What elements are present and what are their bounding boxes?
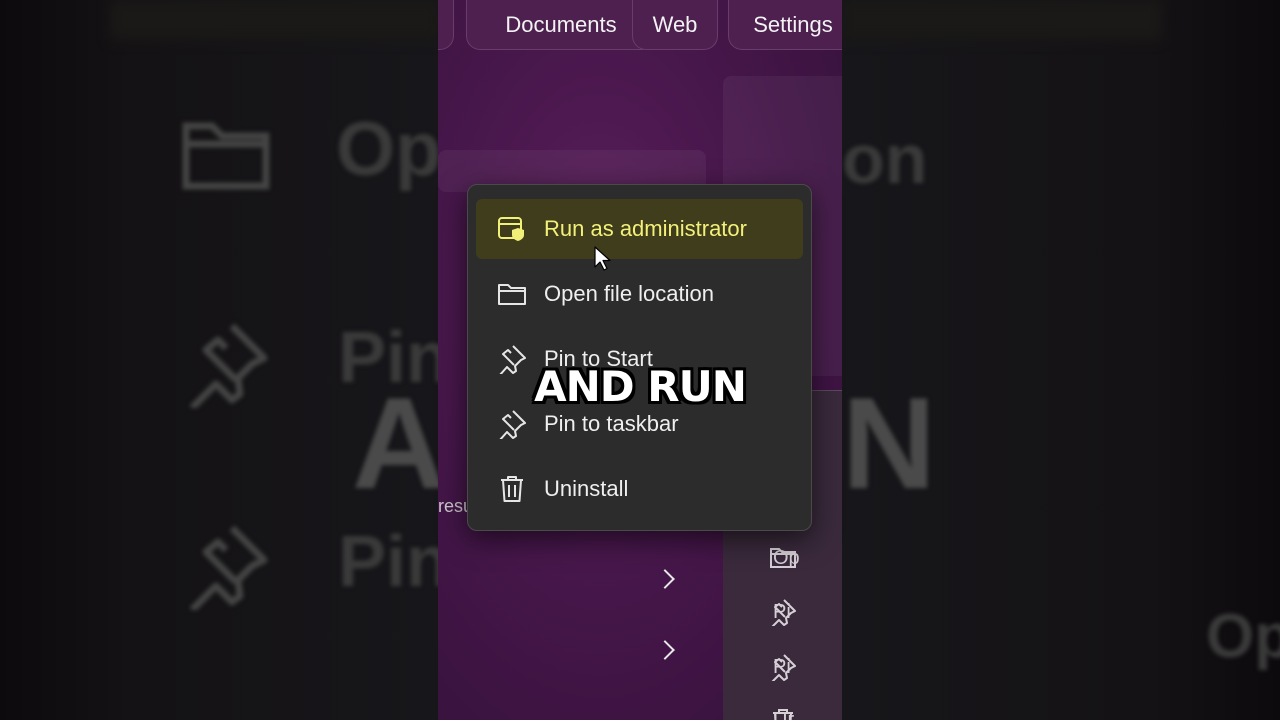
menu-item-label: Uninstall bbox=[544, 476, 629, 501]
folder-icon bbox=[182, 122, 270, 190]
filter-tab-settings[interactable]: Settings bbox=[728, 0, 842, 50]
filter-tab-partial[interactable] bbox=[438, 0, 454, 50]
menu-item-open-file-location[interactable]: Open file location bbox=[476, 264, 803, 324]
detail-action-pin-taskbar[interactable]: Pi bbox=[773, 656, 791, 679]
chevron-right-icon[interactable] bbox=[655, 640, 675, 660]
menu-item-uninstall[interactable]: Uninstall bbox=[476, 459, 803, 519]
admin-shield-icon bbox=[496, 213, 528, 245]
folder-icon bbox=[496, 278, 528, 310]
blurred-top-strip bbox=[110, 0, 438, 40]
blurred-open-text: Op bbox=[336, 107, 438, 192]
filter-tab-documents[interactable]: Documents bbox=[466, 0, 656, 50]
detail-action-pin-start[interactable]: Pi bbox=[773, 601, 791, 624]
blurred-background-left: Op Pin Pin A bbox=[0, 0, 438, 720]
trash-icon bbox=[496, 473, 528, 505]
blurred-op-text: Op bbox=[1206, 602, 1280, 671]
chevron-right-icon[interactable] bbox=[655, 569, 675, 589]
menu-item-label: Run as administrator bbox=[544, 216, 747, 241]
pin-icon bbox=[189, 525, 268, 610]
blurred-top-strip bbox=[842, 0, 1162, 40]
menu-item-label: Open file location bbox=[544, 281, 714, 306]
video-caption: AND RUN bbox=[534, 362, 747, 411]
blurred-pin-text-2: Pin bbox=[338, 522, 438, 602]
filter-tab-web[interactable]: Web bbox=[632, 0, 718, 50]
mouse-cursor-icon bbox=[594, 246, 611, 271]
menu-item-label: Pin to taskbar bbox=[544, 411, 679, 436]
detail-action-uninstall[interactable]: Ur bbox=[773, 709, 794, 720]
detail-action-open-location[interactable]: Op bbox=[773, 547, 800, 570]
blurred-background-right: on N Op bbox=[842, 0, 1280, 720]
context-menu: Run as administrator Open file location … bbox=[467, 184, 812, 531]
menu-item-run-as-administrator[interactable]: Run as administrator bbox=[476, 199, 803, 259]
blurred-on-text: on bbox=[842, 120, 928, 198]
pin-icon bbox=[496, 408, 528, 440]
